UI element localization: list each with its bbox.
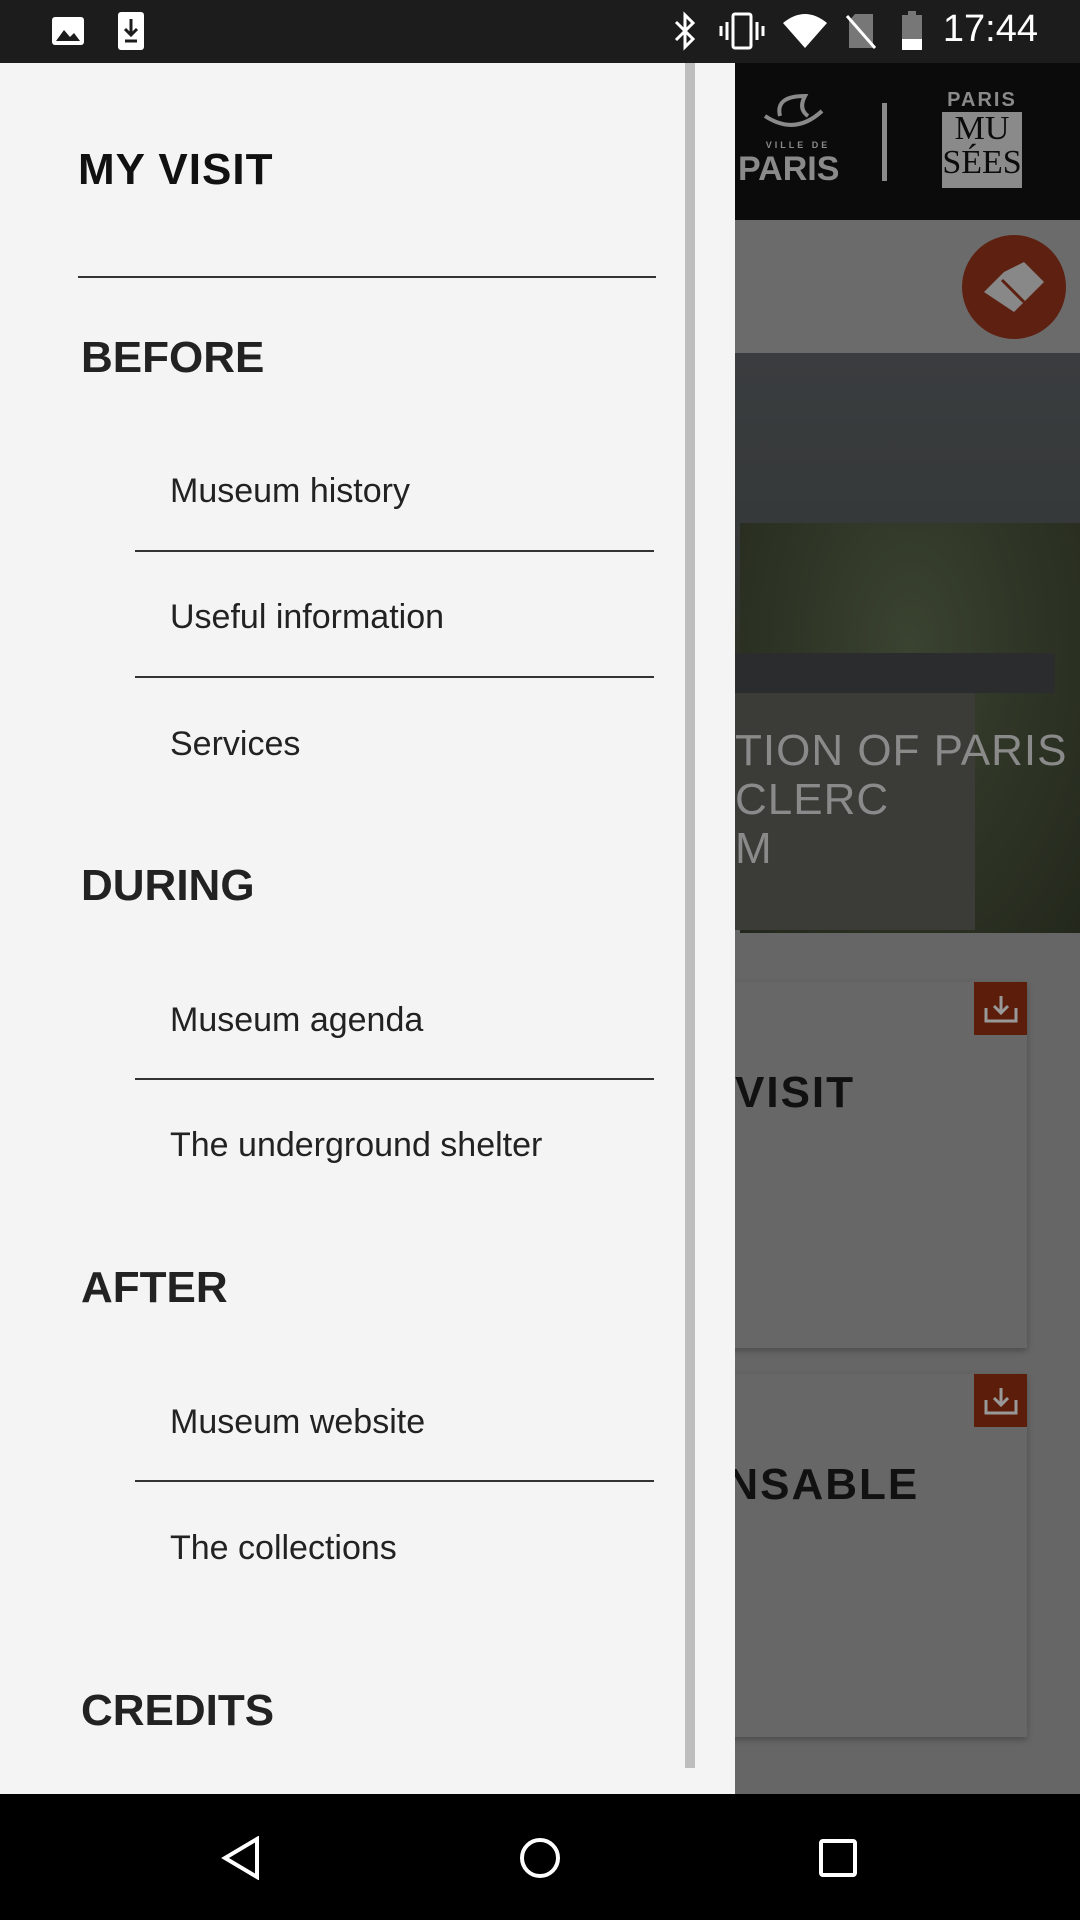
ticket-icon bbox=[984, 262, 1044, 312]
section-after: AFTER bbox=[81, 1263, 228, 1312]
hero-title-line: M bbox=[735, 824, 773, 873]
no-sim-icon bbox=[844, 12, 878, 50]
hero-title-line: TION OF PARIS bbox=[735, 726, 1068, 775]
section-credits[interactable]: CREDITS bbox=[81, 1686, 274, 1736]
vibrate-icon bbox=[718, 12, 766, 50]
menu-item-museum-website[interactable]: Museum website bbox=[170, 1403, 425, 1442]
section-before: BEFORE bbox=[81, 333, 265, 382]
status-bar: 17:44 bbox=[0, 0, 1080, 63]
drawer-title: MY VISIT bbox=[78, 145, 274, 194]
menu-item-museum-history[interactable]: Museum history bbox=[170, 472, 410, 511]
divider bbox=[135, 676, 654, 678]
navigation-drawer: MY VISIT BEFORE Museum history Useful in… bbox=[0, 63, 735, 1794]
home-icon bbox=[520, 1838, 560, 1878]
divider bbox=[135, 1480, 654, 1482]
download-icon bbox=[984, 1387, 1017, 1414]
divider bbox=[135, 1078, 654, 1080]
paris-musees-logo: PARIS MU SÉES bbox=[942, 89, 1022, 199]
section-during: DURING bbox=[81, 861, 255, 910]
home-button[interactable] bbox=[512, 1830, 568, 1886]
menu-item-useful-information[interactable]: Useful information bbox=[170, 598, 444, 637]
download-icon bbox=[116, 12, 146, 50]
navigation-bar bbox=[0, 1794, 1080, 1920]
ticket-button[interactable] bbox=[962, 235, 1066, 339]
download-icon bbox=[984, 995, 1017, 1022]
recents-button[interactable] bbox=[810, 1830, 866, 1886]
card-title: VISIT bbox=[735, 1068, 856, 1117]
logo-divider bbox=[882, 103, 887, 181]
divider bbox=[135, 550, 654, 552]
hero-title-line: CLERC bbox=[735, 775, 890, 824]
download-button[interactable] bbox=[974, 1374, 1027, 1427]
back-icon bbox=[221, 1836, 259, 1880]
battery-icon bbox=[900, 11, 924, 50]
drawer-scrollbar[interactable] bbox=[685, 63, 695, 1768]
image-icon bbox=[50, 12, 86, 50]
menu-item-services[interactable]: Services bbox=[170, 725, 300, 764]
menu-item-museum-agenda[interactable]: Museum agenda bbox=[170, 1001, 423, 1040]
menu-item-underground-shelter[interactable]: The underground shelter bbox=[170, 1126, 542, 1165]
recents-icon bbox=[819, 1839, 857, 1877]
back-button[interactable] bbox=[213, 1830, 269, 1886]
download-button[interactable] bbox=[974, 982, 1027, 1035]
wifi-icon bbox=[782, 12, 828, 50]
menu-item-collections[interactable]: The collections bbox=[170, 1529, 397, 1568]
bluetooth-icon bbox=[670, 11, 700, 51]
divider bbox=[78, 276, 656, 278]
clock: 17:44 bbox=[942, 8, 1038, 50]
ville-de-paris-logo: VILLE DE PARIS bbox=[738, 91, 848, 201]
